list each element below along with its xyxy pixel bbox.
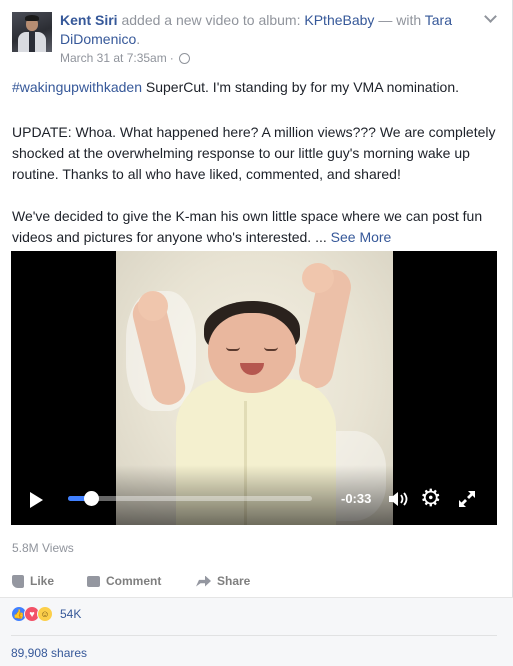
view-count: 5.8M Views: [12, 541, 74, 555]
reactions-summary[interactable]: 👍 ♥ ☺ 54K: [11, 606, 81, 622]
gear-icon[interactable]: ⚙: [420, 487, 442, 511]
reactions-bar: 👍 ♥ ☺ 54K 89,908 shares: [0, 597, 513, 666]
reactions-count[interactable]: 54K: [60, 607, 81, 621]
time-remaining: -0:33: [341, 491, 372, 506]
divider: [11, 635, 497, 636]
post-paragraph-2: UPDATE: Whoa. What happened here? A mill…: [12, 124, 496, 182]
hashtag-link[interactable]: #wakingupwithkaden: [12, 79, 142, 95]
post-paragraph-1: #wakingupwithkaden SuperCut. I'm standin…: [12, 77, 500, 98]
avatar-hair: [25, 15, 39, 21]
globe-icon[interactable]: [178, 52, 190, 64]
post-meta: March 31 at 7:35am ·: [60, 51, 190, 65]
play-icon[interactable]: [30, 492, 43, 508]
comment-icon: [87, 575, 100, 587]
with-text: — with: [378, 12, 422, 28]
thumbs-up-icon: [12, 574, 24, 588]
share-arrow-icon: [196, 575, 211, 587]
volume-icon[interactable]: [388, 491, 410, 507]
shares-count-link[interactable]: 89,908 shares: [11, 646, 87, 660]
paragraph-1-text: SuperCut. I'm standing by for my VMA nom…: [141, 79, 460, 95]
post-header: Kent Siri added a new video to album: KP…: [60, 11, 480, 49]
haha-reaction-icon: ☺: [37, 606, 53, 622]
post-timestamp-link[interactable]: March 31 at 7:35am: [60, 51, 167, 65]
album-link[interactable]: KPtheBaby: [304, 12, 374, 28]
post-action-text: added a new video to album:: [121, 12, 301, 28]
video-progress-bar[interactable]: [68, 491, 312, 506]
baby-hand: [138, 291, 168, 321]
comment-button[interactable]: Comment: [87, 574, 161, 588]
feed-post: Kent Siri added a new video to album: KP…: [0, 0, 513, 666]
author-avatar[interactable]: [12, 12, 52, 52]
tagged-suffix: .: [136, 31, 141, 47]
fullscreen-icon[interactable]: [457, 489, 477, 509]
baby-eye: [264, 347, 278, 351]
meta-separator: ·: [169, 51, 174, 65]
author-name-link[interactable]: Kent Siri: [60, 12, 118, 28]
post-actions: Like Comment Share: [12, 573, 502, 589]
like-label: Like: [30, 574, 55, 588]
baby-eye: [226, 347, 240, 351]
comment-label: Comment: [106, 574, 162, 588]
video-player[interactable]: -0:33 ⚙: [11, 251, 497, 525]
share-button[interactable]: Share: [196, 574, 250, 588]
like-button[interactable]: Like: [12, 574, 82, 588]
paragraph-3-text: We've decided to give the K-man his own …: [12, 208, 483, 245]
chevron-down-icon[interactable]: [484, 10, 497, 23]
see-more-link[interactable]: See More: [331, 229, 392, 245]
share-label: Share: [217, 574, 251, 588]
baby-hand: [302, 263, 334, 293]
baby-face: [208, 313, 296, 393]
avatar-shirt: [29, 32, 35, 52]
post-paragraph-3: We've decided to give the K-man his own …: [12, 206, 500, 248]
